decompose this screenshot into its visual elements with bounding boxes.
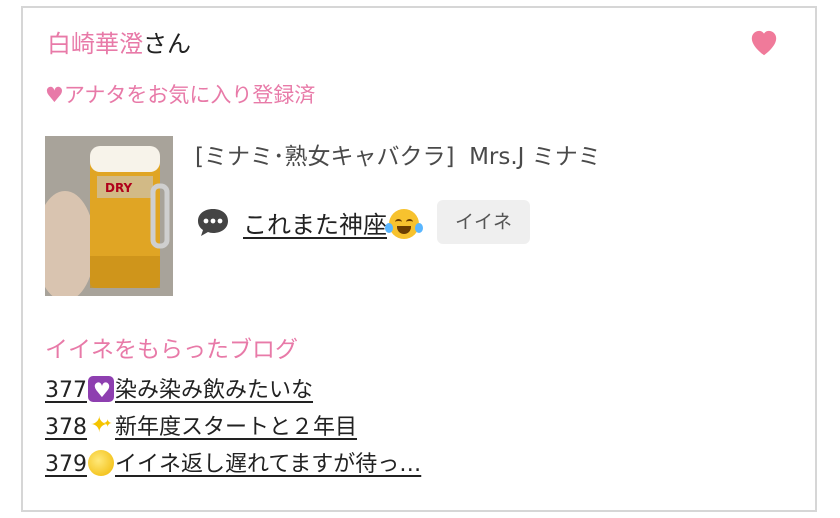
honorific-text: さん [143,30,191,58]
blog-title: 染み染み飲みたいな [115,378,314,403]
like-button[interactable]: イイネ [437,200,531,244]
tears-of-joy-emoji-icon [385,208,423,239]
blog-title: 新年度スタートと２年目 [115,415,358,440]
user-name-link[interactable]: 白崎華澄 [47,30,143,58]
favorite-user-card: 白崎華澄さん ♥アナタをお気に入り登録済 DRY [ミナミ･熟女キャバクラ] M… [21,6,817,512]
favorite-status-text: ♥アナタをお気に入り登録済 [45,83,316,107]
card-header: 白崎華澄さん [47,28,191,60]
post-shop-line: [ミナミ･熟女キャバクラ] Mrs.J ミナミ [195,141,601,173]
comment-row: これまた神座 イイネ [195,200,531,244]
blog-number: 379 [45,452,87,477]
favorite-heart-icon[interactable] [749,28,779,58]
blog-link-379[interactable]: 379 イイネ返し遅れてますが待っ… [45,450,422,477]
blog-link-378[interactable]: 378 新年度スタートと２年目 [45,407,358,443]
list-item: 377 染み染み飲みたいな [45,373,421,411]
blog-number: 377 [45,378,87,403]
comment-text: これまた神座 [243,210,387,239]
blog-number: 378 [45,415,87,440]
beer-mug-image: DRY [45,136,173,296]
blog-link-377[interactable]: 377 染み染み飲みたいな [45,373,314,407]
post-thumbnail[interactable]: DRY [45,136,173,296]
shop-name: [ミナミ･熟女キャバクラ] [195,144,455,170]
list-item: 379 イイネ返し遅れてますが待っ… [45,448,421,485]
liked-blog-list: 377 染み染み飲みたいな 378 新年度スタートと２年目 379 イイネ返し遅れてま… [45,373,421,485]
glowing-star-icon [88,450,114,476]
author-name: Mrs.J ミナミ [469,144,601,170]
sparkles-icon [88,407,114,443]
purple-heart-icon [88,373,114,407]
liked-blogs-title: イイネをもらったブログ [45,337,298,363]
list-item: 378 新年度スタートと２年目 [45,407,421,448]
svg-text:DRY: DRY [105,181,133,195]
speech-bubble-icon [198,209,228,236]
blog-title: イイネ返し遅れてますが待っ… [115,452,422,477]
comment-link[interactable]: これまた神座 [243,205,423,240]
